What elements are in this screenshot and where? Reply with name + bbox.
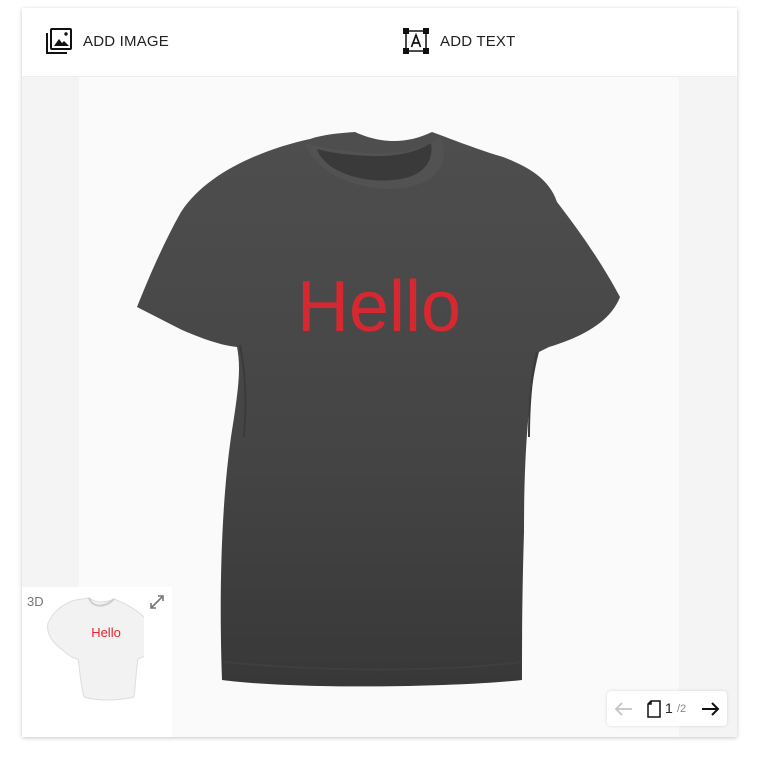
editor-toolbar: ADD IMAGE ADD TEXT xyxy=(22,8,737,77)
page-current: 1 xyxy=(665,700,673,716)
add-text-icon xyxy=(402,27,430,55)
product-editor: ADD IMAGE ADD TEXT Hello 3D Hello 1 /2 xyxy=(22,8,737,737)
preview-design-text: Hello xyxy=(91,625,121,640)
tshirt-body xyxy=(137,132,620,687)
add-image-button[interactable]: ADD IMAGE xyxy=(45,26,169,56)
add-image-label: ADD IMAGE xyxy=(83,32,169,50)
preview-3d-tag: 3D xyxy=(27,594,44,609)
page-icon xyxy=(646,700,662,723)
add-image-icon xyxy=(45,27,73,55)
add-text-label: ADD TEXT xyxy=(440,32,516,50)
preview-3d-shirt: Hello xyxy=(47,597,144,701)
preview-3d-panel[interactable]: 3D Hello xyxy=(22,587,172,737)
page-pager: 1 /2 xyxy=(607,691,727,726)
design-text[interactable]: Hello xyxy=(297,267,461,347)
arrow-right-icon[interactable] xyxy=(701,700,721,723)
add-text-button[interactable]: ADD TEXT xyxy=(402,26,516,56)
arrow-left-icon[interactable] xyxy=(613,700,633,723)
expand-icon[interactable] xyxy=(148,593,166,616)
page-total: /2 xyxy=(677,703,687,715)
